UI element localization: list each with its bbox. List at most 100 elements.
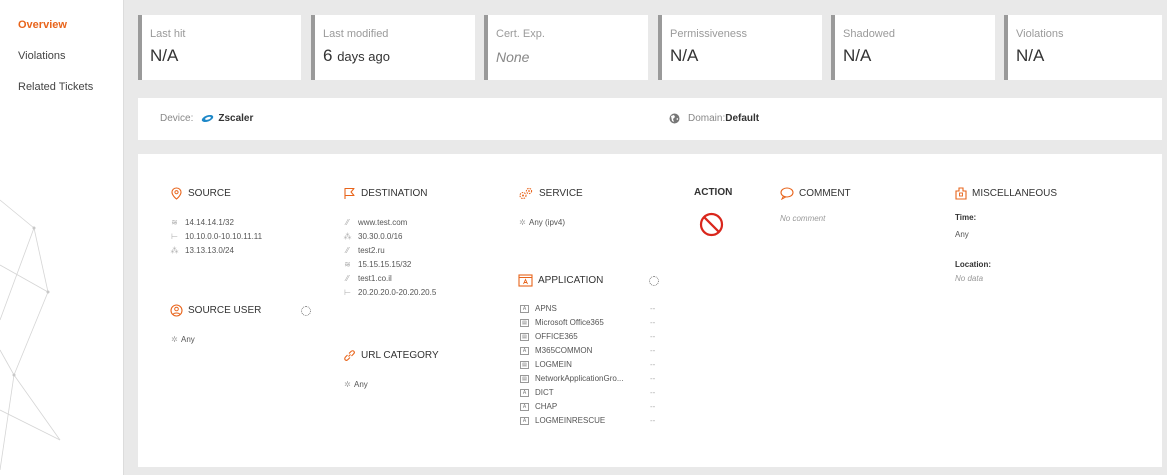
source-user-section-title: SOURCE USER [170,304,261,317]
card-label: Permissiveness [670,28,748,40]
url-category-item[interactable]: ✲ Any [343,380,368,389]
destination-item[interactable]: ⁄⁄ www.test.com [343,218,407,227]
application-row[interactable]: ▤ NetworkApplicationGro... -- [520,374,655,383]
destination-item-text: test2.ru [358,246,385,255]
link-icon [343,349,356,362]
destination-item[interactable]: ⁂ 30.30.0.0/16 [343,232,403,241]
sidebar-item-overview[interactable]: Overview [0,10,123,41]
loading-spinner-icon [301,306,311,316]
source-item[interactable]: ≋ 14.14.14.1/32 [170,218,234,227]
application-row[interactable]: A M365COMMON -- [520,346,655,355]
application-row[interactable]: A APNS -- [520,304,655,313]
source-item[interactable]: ⊢ 10.10.0.0-10.10.11.11 [170,232,262,241]
url-category-title-text: URL CATEGORY [361,350,439,361]
application-name: LOGMEIN [535,360,572,369]
destination-item[interactable]: ⊢ 20.20.20.0-20.20.20.5 [343,288,436,297]
destination-item[interactable]: ⁄⁄ test1.co.il [343,274,392,283]
application-row[interactable]: A LOGMEINRESCUE -- [520,416,655,425]
app-icon: A [520,388,529,397]
app-icon: A [520,416,529,425]
range-icon: ⊢ [171,232,178,241]
range-icon: ⊢ [344,288,351,297]
application-name: CHAP [535,402,558,411]
device-info: Device: Zscaler [160,113,253,124]
device-label: Device: [160,113,194,124]
card-value: N/A [843,46,872,65]
app-group-icon: ▤ [520,374,529,383]
fqdn-icon: ⁄⁄ [346,218,349,227]
card-value: None [496,49,530,65]
sidebar-item-related-tickets[interactable]: Related Tickets [0,72,123,103]
application-icon [518,274,533,287]
destination-item[interactable]: ⁄⁄ test2.ru [343,246,385,255]
location-pin-icon [170,187,183,200]
destination-item-text: 20.20.20.0-20.20.20.5 [358,288,437,297]
card-value: N/A [1016,46,1045,65]
user-circle-icon [170,304,183,317]
service-section-title: SERVICE [518,187,583,200]
action-section-title: ACTION [694,187,732,198]
sidebar-item-violations[interactable]: Violations [0,41,123,72]
card-value: N/A [670,46,699,65]
card-value-unit: days ago [337,49,390,64]
application-value: -- [650,318,656,327]
sidebar: Overview Violations Related Tickets [0,0,124,475]
source-user-item-text: Any [181,335,195,344]
stat-card-cert-exp: Cert. Exp. None [484,15,648,80]
application-value: -- [650,332,656,341]
misc-icon [955,187,967,200]
url-category-section-title: URL CATEGORY [343,349,439,362]
misc-location-label: Location: [955,260,991,269]
application-name: DICT [535,388,554,397]
application-row[interactable]: A CHAP -- [520,402,655,411]
app-group-icon: ▤ [520,332,529,341]
application-row[interactable]: ▤ LOGMEIN -- [520,360,655,369]
misc-time-value: Any [955,230,969,239]
destination-section-title: DESTINATION [343,187,427,200]
comment-title-text: COMMENT [799,188,851,199]
card-label: Shadowed [843,28,895,40]
layers-icon: ≋ [171,218,178,227]
misc-time-label: Time: [955,213,977,222]
any-star-icon: ✲ [519,218,526,227]
subnet-icon: ⁂ [170,246,179,255]
card-value: N/A [150,46,179,65]
application-name: NetworkApplicationGro... [535,374,624,383]
card-label: Violations [1016,28,1064,40]
misc-location-value: No data [955,274,984,283]
destination-item-text: www.test.com [358,218,408,227]
destination-item-text: 15.15.15.15/32 [358,260,412,269]
subnet-icon: ⁂ [343,232,352,241]
comment-section-title: COMMENT [780,187,851,200]
service-item[interactable]: ✲ Any (ipv4) [518,218,565,227]
source-item-text: 14.14.14.1/32 [185,218,234,227]
application-row[interactable]: ▤ Microsoft Office365 -- [520,318,655,327]
globe-icon [669,113,680,124]
application-section-title: APPLICATION [518,274,603,287]
fqdn-icon: ⁄⁄ [346,274,349,283]
card-label: Last modified [323,28,389,40]
application-row[interactable]: ▤ OFFICE365 -- [520,332,655,341]
destination-item-text: 30.30.0.0/16 [358,232,403,241]
application-row[interactable]: A DICT -- [520,388,655,397]
application-value: -- [650,346,656,355]
card-label: Cert. Exp. [496,28,545,40]
service-title-text: SERVICE [539,188,583,199]
source-item[interactable]: ⁂ 13.13.13.0/24 [170,246,234,255]
fqdn-icon: ⁄⁄ [346,246,349,255]
device-name[interactable]: Zscaler [218,113,253,124]
card-value-number: 6 [323,46,333,65]
source-title-text: SOURCE [188,188,231,199]
application-value: -- [650,374,656,383]
stat-card-violations: Violations N/A [1004,15,1162,80]
flag-icon [343,187,356,200]
stat-card-last-hit: Last hit N/A [138,15,301,80]
application-value: -- [650,416,656,425]
application-name: M365COMMON [535,346,593,355]
application-value: -- [650,402,656,411]
app-icon: A [520,402,529,411]
destination-item[interactable]: ≋ 15.15.15.15/32 [343,260,411,269]
application-title-text: APPLICATION [538,275,604,286]
stat-card-last-modified: Last modified 6 days ago [311,15,475,80]
source-user-item[interactable]: ✲ Any [170,335,195,344]
